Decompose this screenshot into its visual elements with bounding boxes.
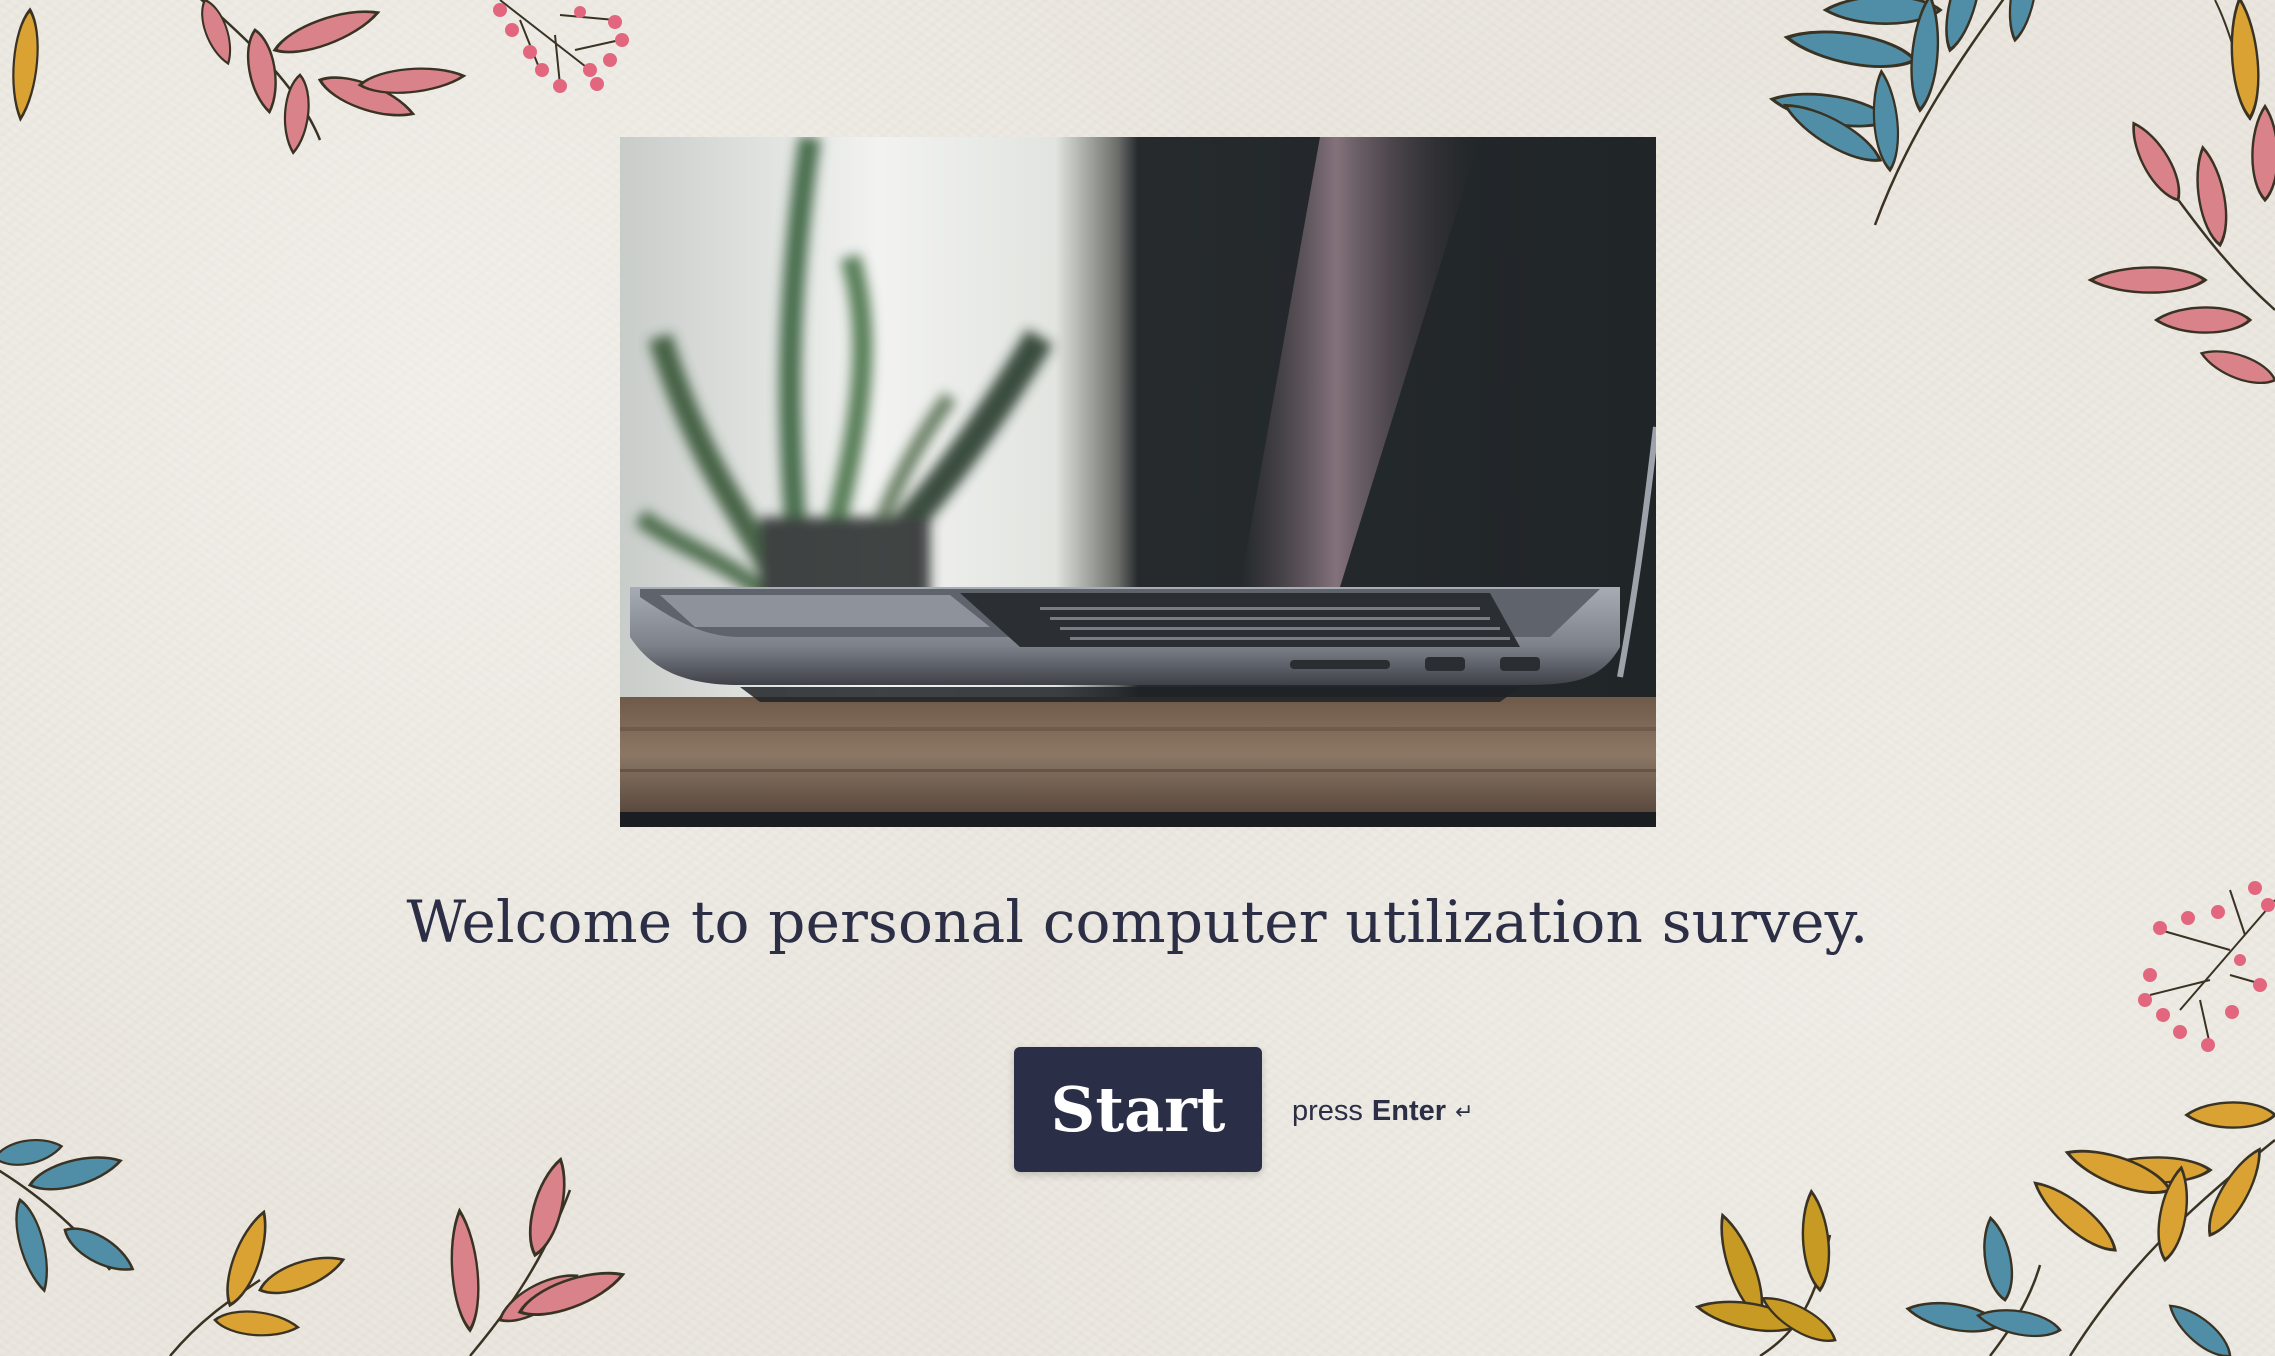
hint-prefix: press [1292,1095,1363,1127]
leaf-cluster-top-right-teal [1770,0,2047,226]
enter-key-icon: ↵ [1455,1098,1474,1124]
hero-image [620,137,1656,827]
berry-cluster-top-left [493,0,629,93]
start-button[interactable]: Start [1014,1047,1262,1172]
leaf-cluster-right-pink [2091,104,2275,393]
leaf-cluster-bottom-left-pink [447,1154,627,1356]
leaf-cluster-bottom-left-gold [169,1206,350,1356]
hint-key: Enter [1371,1095,1447,1127]
leaf-cluster-top-left-gold [9,9,42,120]
enter-key-hint: press Enter ↵ [1292,1095,1474,1128]
leaf-cluster-bottom-right-orange [2025,1100,2275,1356]
leaf-cluster-bottom-right-teal [1903,1214,2239,1356]
leaf-cluster-top-left-pink [193,0,467,156]
leaf-cluster-bottom-right-gold [1693,1188,1843,1356]
laptop-photo [620,137,1656,827]
leaf-cluster-top-right-gold [2214,0,2263,120]
welcome-title: Welcome to personal computer utilization… [406,888,1869,956]
leaf-cluster-bottom-left-teal [0,1133,141,1296]
